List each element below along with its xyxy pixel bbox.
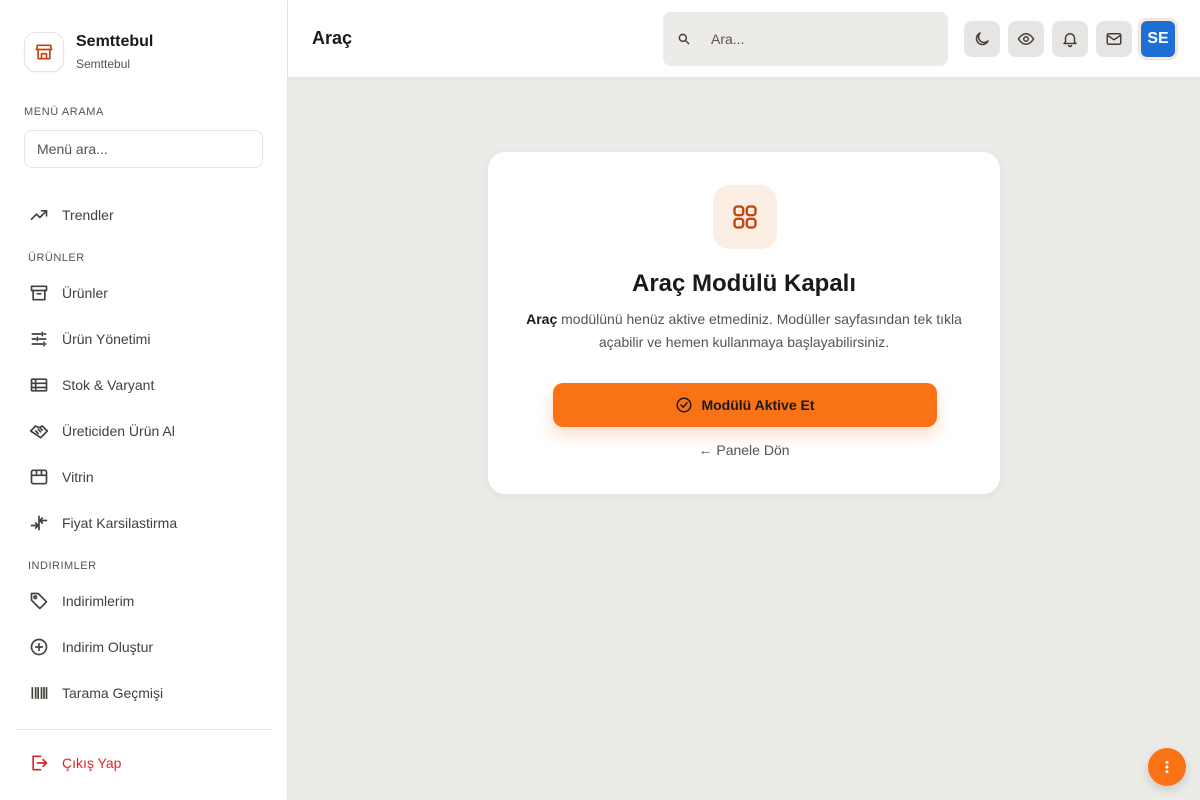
brand-subtitle: Semttebul [76,57,131,71]
moon-icon [973,30,991,48]
sidebar-item-product-management[interactable]: Ürün Yönetimi [16,316,272,362]
plus-circle-icon [28,636,50,658]
store-icon [24,32,64,72]
sliders-icon [28,328,50,350]
compare-arrows-icon [28,512,50,534]
sidebar-item-price-compare[interactable]: Fiyat Karsilastirma [16,500,272,546]
back-to-panel-link[interactable]: ← Panele Dön [488,442,1000,458]
sidebar-item-label: Ürünler [62,285,108,301]
menu-search-label: MENÜ ARAMA [24,106,104,118]
module-disabled-card: Araç Modülü Kapalı Araç modülünü henüz a… [487,151,1001,495]
logout-button[interactable]: Çıkış Yap [16,741,272,785]
sidebar-item-my-discounts[interactable]: Indirimlerim [16,578,272,624]
sidebar-item-create-discount[interactable]: Indirim Oluştur [16,624,272,670]
nav-section-discounts: INDIRIMLER [28,560,97,572]
avatar[interactable]: SE [1139,19,1177,59]
sidebar-item-label: Indirimlerim [62,593,135,609]
grid-icon [713,185,777,249]
sidebar-item-label: Ürün Yönetimi [62,331,151,347]
more-vertical-icon [1159,759,1175,775]
tag-icon [28,590,50,612]
sidebar-item-scan-history[interactable]: Tarama Geçmişi [16,670,272,702]
menu-search-input[interactable] [24,130,263,168]
sidebar-item-stock-variant[interactable]: Stok & Varyant [16,362,272,408]
brand-name: Semttebul [76,33,154,50]
messages-button[interactable] [1096,21,1132,57]
activate-module-button[interactable]: Modülü Aktive Et [553,383,937,427]
archive-icon [28,282,50,304]
sidebar-divider [16,729,272,730]
description-text: modülünü henüz aktive etmediniz. Modülle… [557,311,962,350]
table-icon [28,374,50,396]
sidebar-item-label: Tarama Geçmişi [62,685,164,701]
sidebar-nav: Trendler ÜRÜNLER Ürünler Ürün Yönetimi S… [16,192,272,702]
theme-toggle-button[interactable] [964,21,1000,57]
sidebar-item-manufacturer-products[interactable]: Üreticiden Ürün Al [16,408,272,454]
sidebar-item-label: Indirim Oluştur [62,639,154,655]
page-title: Araç [312,28,353,48]
sidebar: Semttebul Semttebul MENÜ ARAMA Trendler … [0,0,288,800]
brand[interactable]: Semttebul Semttebul [24,32,153,72]
preview-button[interactable] [1008,21,1044,57]
eye-icon [1017,30,1035,48]
nav-section-products: ÜRÜNLER [28,252,85,264]
card-description: Araç modülünü henüz aktive etmediniz. Mo… [518,308,970,354]
sidebar-item-products[interactable]: Ürünler [16,270,272,316]
sidebar-item-label: Vitrin [62,469,94,485]
trending-up-icon [28,204,50,226]
storefront-icon [28,466,50,488]
top-header: Araç SE [288,0,1200,78]
sidebar-item-showcase[interactable]: Vitrin [16,454,272,500]
bell-icon [1061,30,1079,48]
activate-module-label: Modülü Aktive Et [701,397,815,413]
card-title: Araç Modülü Kapalı [631,270,857,297]
search-icon [677,32,691,46]
check-circle-icon [675,396,693,414]
header-search-input[interactable] [711,31,911,47]
sidebar-item-label: Stok & Varyant [62,377,155,393]
notifications-button[interactable] [1052,21,1088,57]
more-actions-button[interactable] [1148,748,1186,786]
mail-icon [1105,30,1123,48]
sidebar-item-label: Üreticiden Ürün Al [62,423,175,439]
barcode-icon [28,682,50,702]
sidebar-item-label: Trendler [62,207,114,223]
sidebar-item-label: Fiyat Karsilastirma [62,515,178,531]
header-search[interactable] [663,12,948,66]
module-name: Araç [526,311,558,327]
logout-label: Çıkış Yap [62,755,122,771]
sidebar-item-trends[interactable]: Trendler [16,192,272,238]
logout-icon [28,752,50,774]
handshake-icon [28,420,50,442]
